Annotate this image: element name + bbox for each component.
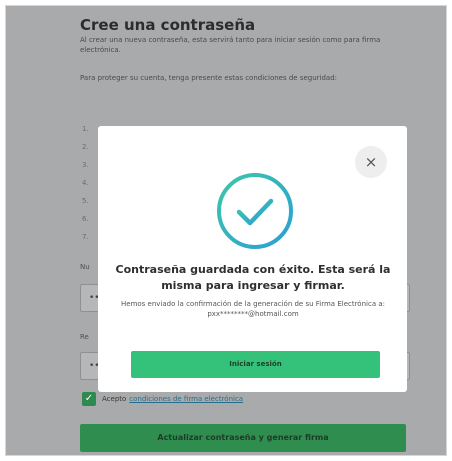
condition-item: 4. [82,179,89,187]
condition-item: 5. [82,197,89,205]
check-circle-icon [217,173,293,249]
intro-text: Al crear una nueva contraseña, esta serv… [80,36,381,54]
screen: Cree una contraseña Al crear una nueva c… [5,5,447,456]
modal-heading: Contraseña guardada con éxito. Esta será… [115,263,391,292]
protection-text: Para proteger su cuenta, tenga presente … [80,74,338,82]
login-button[interactable]: Iniciar sesión [131,351,380,378]
new-password-label: Nu [80,263,90,271]
page-title: Cree una contraseña [80,16,256,34]
condition-item: 3. [82,161,89,169]
condition-item: 6. [82,215,89,223]
terms-link[interactable]: condiciones de firma electrónica [129,395,243,403]
accept-label: Acepto [102,395,127,403]
accept-terms-row: ✓ Acepto condiciones de firma electrónic… [82,391,243,407]
condition-item: 1. [82,125,89,133]
condition-item: 7. [82,233,89,241]
update-password-button[interactable]: Actualizar contraseña y generar firma [80,424,406,452]
accept-checkbox[interactable]: ✓ [82,392,96,406]
modal-message: Hemos enviado la confirmación de la gene… [121,300,385,318]
condition-item: 2. [82,143,89,151]
success-modal: × Contraseña guardada con éxito. Esta se… [98,126,407,392]
repeat-password-label: Re [80,333,89,341]
close-icon[interactable]: × [355,146,387,178]
